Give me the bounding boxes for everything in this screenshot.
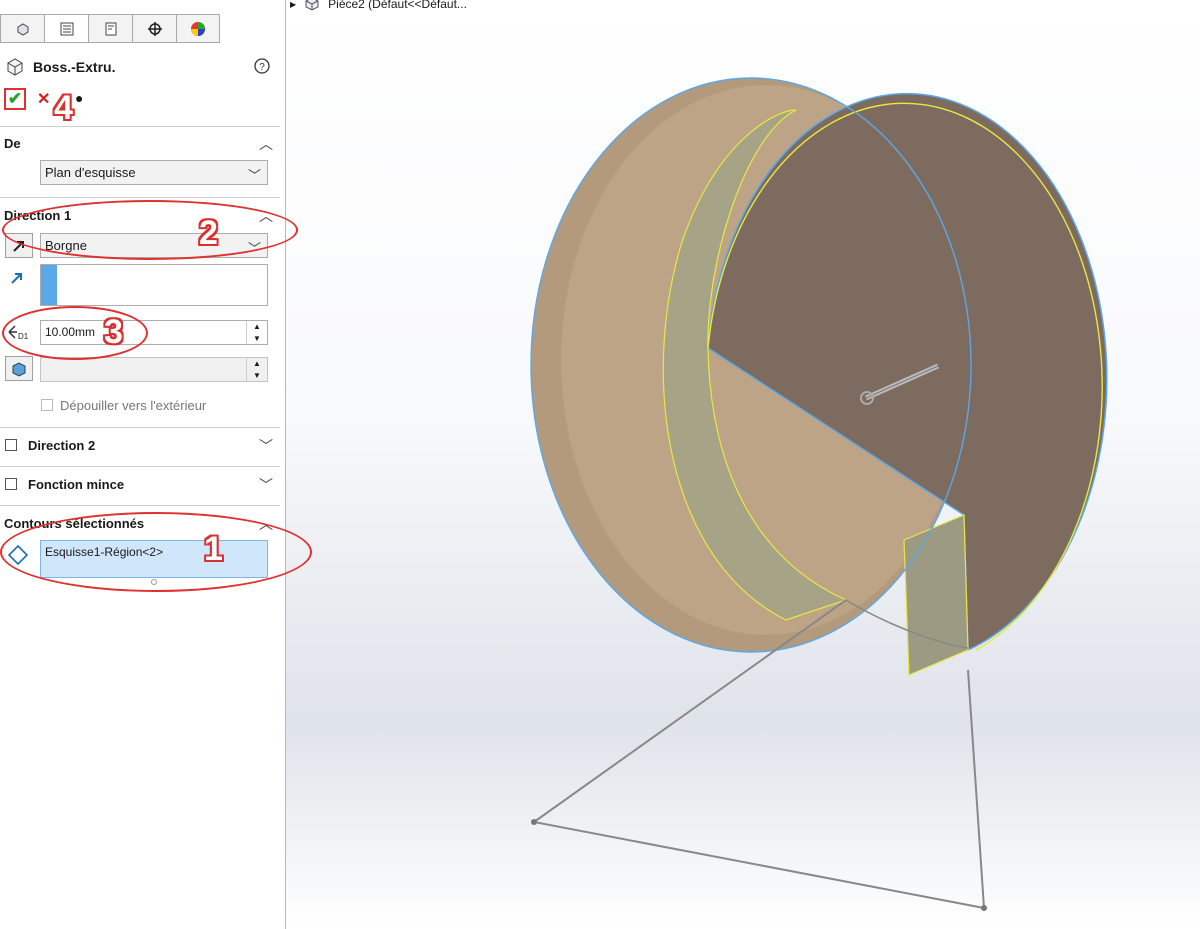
callout-1: 1 — [204, 530, 223, 568]
checkmark-icon: ✔ — [7, 89, 23, 108]
draft-angle-input: ▲ ▼ — [40, 357, 268, 382]
draft-icon — [12, 361, 26, 377]
callout-3: 3 — [104, 313, 123, 351]
expand-direction2-icon[interactable]: ﹀ — [259, 436, 273, 456]
draft-spinner: ▲ ▼ — [246, 358, 267, 381]
section-de-title: De — [4, 136, 21, 151]
tab-configuration-manager[interactable] — [88, 14, 132, 43]
property-list-icon — [60, 22, 73, 35]
manager-tabs — [0, 14, 220, 44]
model-view[interactable] — [286, 0, 1200, 929]
draft-toggle-button[interactable] — [5, 356, 33, 381]
sketch-point-1 — [531, 819, 537, 825]
chevron-down-icon: ﹀ — [247, 168, 261, 183]
configuration-icon — [105, 22, 116, 35]
draft-outward-label: Dépouiller vers l'extérieur — [60, 398, 207, 413]
appearance-ball-icon — [191, 21, 205, 36]
tab-dimxpert[interactable] — [132, 14, 176, 43]
collapse-de-icon[interactable]: ︿ — [259, 134, 273, 154]
section-thin-title: Fonction mince — [28, 477, 125, 492]
preview-eye-icon[interactable]: ● — [75, 90, 83, 106]
expand-thin-icon[interactable]: ﹀ — [259, 475, 273, 495]
draft-outward-checkbox[interactable] — [41, 399, 53, 411]
property-manager: Boss.-Extru. ? ✔ ✕ ● 4 De ︿ Plan d'esqui… — [0, 0, 312, 929]
section-direction2-title: Direction 2 — [28, 438, 96, 453]
sketch-point-2 — [981, 905, 987, 911]
feature-title: Boss.-Extru. — [33, 59, 116, 75]
boss-extrude-icon — [7, 58, 23, 76]
help-icon[interactable]: ? — [254, 58, 270, 74]
feature-tree-icon — [17, 22, 28, 36]
direction2-checkbox[interactable] — [5, 439, 17, 451]
graphics-viewport[interactable]: ▶ Pièce2 (Défaut<<Défaut... — [286, 0, 1200, 929]
crosshair-icon — [147, 21, 162, 36]
callout-2: 2 — [199, 214, 218, 252]
ok-button[interactable]: ✔ — [4, 88, 26, 110]
direction-vector-icon — [11, 273, 22, 284]
cancel-button[interactable]: ✕ — [37, 89, 50, 109]
direction-vector-field[interactable] — [40, 264, 268, 306]
highlight-ring-2 — [2, 200, 298, 260]
tab-display-manager[interactable] — [176, 14, 220, 43]
svg-text:?: ? — [259, 62, 265, 73]
tab-property-manager[interactable] — [44, 14, 88, 43]
thin-feature-checkbox[interactable] — [5, 478, 17, 490]
extrude-preview-notch — [903, 514, 969, 676]
highlight-ring-3 — [2, 306, 148, 360]
start-condition-select[interactable]: Plan d'esquisse ﹀ — [40, 160, 268, 185]
callout-4: 4 — [54, 89, 73, 127]
depth-spinner[interactable]: ▲ ▼ — [246, 321, 267, 344]
tab-feature-manager[interactable] — [0, 14, 44, 43]
highlight-ring-1 — [0, 512, 312, 592]
